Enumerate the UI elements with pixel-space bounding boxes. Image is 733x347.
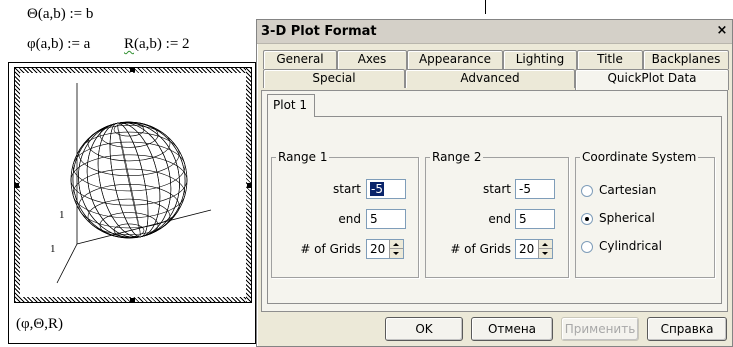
sphere-meridian: [109, 122, 149, 238]
sphere-mesh: [70, 121, 188, 239]
plot-format-dialog: 3-D Plot Format × General Axes Appearanc…: [256, 19, 733, 347]
range1-title: Range 1: [276, 150, 330, 164]
radio-cylindrical[interactable]: [581, 241, 593, 253]
plot-caption[interactable]: (φ,Θ,R): [16, 316, 63, 333]
range1-grids-value: 20: [370, 242, 386, 256]
range1-grids-spin-buttons[interactable]: [389, 240, 403, 258]
tab-advanced[interactable]: Advanced: [405, 69, 575, 88]
range2-start-field[interactable]: -5: [515, 179, 555, 199]
plot-region[interactable]: 1 1 (φ,Θ,R): [8, 62, 256, 344]
range1-start-field[interactable]: -5: [366, 179, 406, 199]
range2-grids-stepper[interactable]: 20: [515, 239, 553, 259]
range1-start-value: -5: [370, 182, 384, 196]
r-definition[interactable]: R(a,b) := 2: [124, 36, 190, 53]
coordinate-system-title: Coordinate System: [580, 150, 699, 164]
tab-lighting[interactable]: Lighting: [503, 50, 577, 69]
range2-title: Range 2: [430, 150, 484, 164]
ok-button[interactable]: OK: [385, 317, 463, 341]
range2-end-field[interactable]: 5: [515, 209, 555, 229]
axis-tick-label-2: 1: [50, 243, 56, 255]
spin-up-icon[interactable]: [393, 243, 399, 246]
range2-grids-value: 20: [519, 242, 535, 256]
radio-spherical-label[interactable]: Spherical: [599, 211, 655, 225]
radio-cylindrical-label[interactable]: Cylindrical: [599, 239, 662, 253]
sphere-meridian: [78, 122, 180, 238]
sphere-axes: [56, 83, 212, 284]
r-definition-rest: (a,b) := 2: [134, 36, 190, 52]
tab-appearance[interactable]: Appearance: [407, 50, 503, 69]
range1-grids-stepper[interactable]: 20: [366, 239, 404, 259]
apply-button[interactable]: Применить: [561, 317, 639, 341]
close-icon[interactable]: ×: [714, 23, 730, 39]
spin-divider: [539, 248, 552, 249]
spin-down-icon[interactable]: [542, 252, 548, 255]
x-axis: [56, 243, 78, 284]
sphere-meridian: [116, 122, 142, 238]
range2-end-label: end: [488, 212, 511, 226]
range2-grids-label: # of Grids: [450, 242, 511, 256]
tab-title[interactable]: Title: [577, 50, 643, 69]
spin-down-icon[interactable]: [393, 252, 399, 255]
cancel-button[interactable]: Отмена: [471, 317, 553, 341]
radio-cartesian-label[interactable]: Cartesian: [599, 183, 656, 197]
range1-end-field[interactable]: 5: [366, 209, 406, 229]
plot-frame[interactable]: 1 1: [14, 67, 252, 303]
phi-definition[interactable]: φ(a,b) := a: [27, 36, 90, 53]
range2-start-label: start: [483, 182, 511, 196]
range2-grids-spin-buttons[interactable]: [538, 240, 552, 258]
tab-backplanes[interactable]: Backplanes: [643, 50, 729, 69]
spin-divider: [390, 248, 403, 249]
help-button[interactable]: Справка: [647, 317, 727, 341]
radio-cartesian[interactable]: [581, 185, 593, 197]
range1-grids-label: # of Grids: [300, 242, 361, 256]
range1-start-label: start: [333, 182, 361, 196]
tab-quickplot-data[interactable]: QuickPlot Data: [575, 69, 729, 90]
tab-plot-1[interactable]: Plot 1: [267, 94, 315, 117]
spin-up-icon[interactable]: [542, 243, 548, 246]
r-function-name: R: [124, 36, 135, 52]
theta-definition[interactable]: Θ(a,b) := b: [27, 6, 93, 23]
range1-end-label: end: [338, 212, 361, 226]
dialog-titlebar[interactable]: 3-D Plot Format ×: [257, 20, 732, 44]
region-separator: [485, 0, 486, 14]
sphere-plot[interactable]: 1 1: [15, 68, 251, 302]
radio-spherical[interactable]: [581, 213, 593, 225]
axis-tick-label-1: 1: [59, 209, 65, 221]
tab-general[interactable]: General: [263, 50, 337, 69]
dialog-title: 3-D Plot Format: [261, 24, 377, 39]
tab-special[interactable]: Special: [263, 69, 405, 88]
tab-axes[interactable]: Axes: [337, 50, 407, 69]
sphere-meridian: [78, 122, 180, 238]
sphere-latitude: [70, 154, 188, 206]
